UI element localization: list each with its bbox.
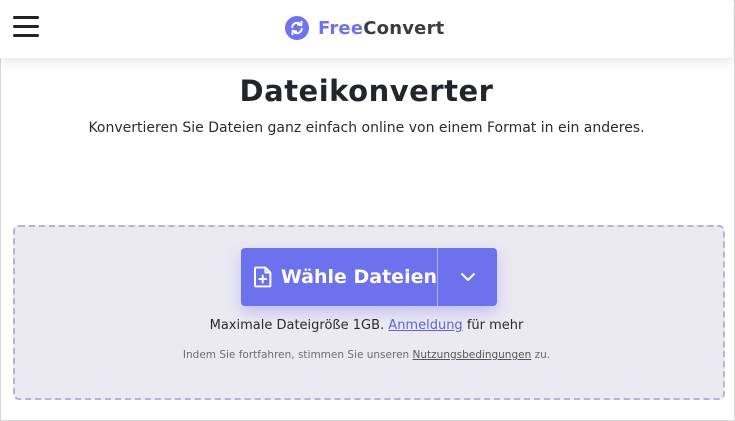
choose-files-button-group: Wähle Dateien: [241, 248, 497, 306]
terms-prefix: Indem Sie fortfahren, stimmen Sie unsere…: [182, 349, 410, 361]
sync-arrows-icon: [285, 16, 309, 40]
brand-name-convert: Convert: [363, 17, 445, 39]
chevron-down-icon: [460, 273, 475, 281]
page-title: Dateikonverter: [239, 74, 494, 108]
signup-link[interactable]: Anmeldung: [388, 318, 462, 333]
hamburger-menu-icon[interactable]: [13, 16, 39, 38]
brand-name-free: Free: [318, 17, 364, 39]
terms-notice: Indem Sie fortfahren, stimmen Sie unsere…: [0, 349, 733, 361]
file-size-limit-text: Maximale Dateigröße 1GB. Anmeldung für m…: [0, 318, 733, 333]
choose-files-button[interactable]: Wähle Dateien: [241, 248, 437, 306]
brand-name: FreeConvert: [318, 18, 444, 39]
hamburger-bar: [13, 16, 39, 19]
hamburger-bar: [13, 25, 39, 28]
hamburger-bar: [13, 34, 39, 37]
brand-logo-link[interactable]: FreeConvert: [285, 15, 444, 41]
limit-prefix: Maximale Dateigröße 1GB.: [209, 318, 385, 333]
top-header: FreeConvert: [0, 0, 733, 58]
terms-suffix: zu.: [534, 349, 551, 361]
terms-of-use-link[interactable]: Nutzungsbedingungen: [413, 349, 532, 361]
file-plus-icon: [253, 266, 272, 288]
choose-files-label: Wähle Dateien: [280, 266, 437, 288]
limit-suffix: für mehr: [466, 318, 524, 333]
page-subtitle: Konvertieren Sie Dateien ganz einfach on…: [88, 120, 645, 136]
upload-source-dropdown[interactable]: [438, 248, 497, 306]
